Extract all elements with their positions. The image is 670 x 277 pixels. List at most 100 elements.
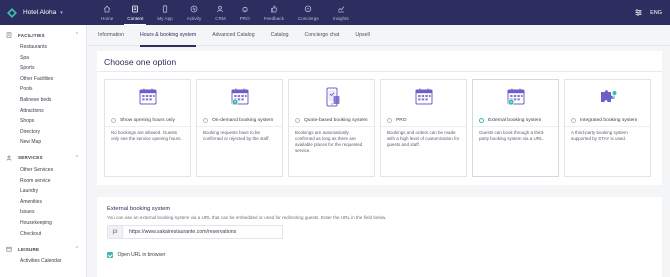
option-quote-based-booking-system[interactable]: Quote-based booking system Bookings are a… [288, 79, 375, 177]
divider [97, 71, 662, 72]
sidebar-item-directory[interactable]: Directory [0, 127, 86, 138]
sidebar-item-balinese-beds[interactable]: Balinese beds [0, 95, 86, 106]
option-radio[interactable] [571, 118, 576, 123]
sidebar-item-spa[interactable]: Spa [0, 53, 86, 64]
option-radio[interactable] [111, 118, 116, 123]
sidebar-item-sports[interactable]: Sports [0, 63, 86, 74]
chevron-up-icon[interactable]: ⌃ [75, 246, 79, 252]
nav-activity[interactable]: Activity [180, 0, 209, 25]
sidebar-item-checkout[interactable]: Checkout [0, 229, 86, 240]
sidebar-item-attractions[interactable]: Attractions [0, 106, 86, 117]
sidebar-item-laundry[interactable]: Laundry [0, 186, 86, 197]
tab-information[interactable]: Information [98, 25, 124, 46]
nav-label: Concierge [297, 15, 319, 21]
tab-hours-booking[interactable]: Hours & booking system [139, 25, 197, 47]
divider [473, 126, 558, 127]
option-header: Integrated booking system [571, 118, 637, 123]
option-show-opening-hours-only[interactable]: Show opening hours only No bookings are a… [104, 79, 191, 177]
nav-pro[interactable]: PRO [233, 0, 257, 25]
sidebar-item-other-facilities[interactable]: Other Facilities [0, 74, 86, 85]
option-header: On-demand booking system [203, 118, 273, 123]
help-text: You can use an external booking system v… [107, 215, 387, 220]
sidebar-section-leisure[interactable]: LEISURE ⌃ [0, 242, 86, 256]
option-label: External booking system [488, 118, 542, 123]
open-in-browser-option[interactable]: Open URL in browser [107, 252, 165, 258]
sidebar-section-facilities[interactable]: FACILITIES ⌃ [0, 28, 86, 42]
tab-concierge-chat[interactable]: Concierge chat [304, 25, 339, 46]
puzzle-icon [565, 80, 650, 114]
tab-advanced-catalog[interactable]: Advanced Catalog [212, 25, 254, 46]
content-icon [132, 5, 139, 12]
sidebar-item-other-services[interactable]: Other Services [0, 165, 86, 176]
home-icon [103, 5, 111, 12]
sidebar-item-restaurants[interactable]: Restaurants [0, 42, 86, 53]
open-in-browser-checkbox[interactable] [107, 252, 113, 258]
nav-feedback[interactable]: Feedback [257, 0, 291, 25]
calendar-icon [381, 80, 466, 114]
section-title: Choose one option [104, 57, 177, 67]
option-on-demand-booking-system[interactable]: On-demand booking system Booking requests… [196, 79, 283, 177]
flag-icon [112, 229, 118, 235]
nav-content[interactable]: Content [120, 0, 150, 25]
option-header: PRO [387, 118, 407, 123]
option-header: External booking system [479, 118, 541, 123]
nav-label: Activity [186, 15, 202, 21]
option-label: Show opening hours only [120, 118, 175, 123]
phone-icon [162, 4, 168, 13]
nav-concierge[interactable]: Concierge [291, 0, 326, 25]
top-right-controls: ENG [635, 0, 662, 25]
checkbox-label: Open URL in browser [117, 252, 166, 258]
sidebar-item-new-map[interactable]: New Map [0, 137, 86, 148]
divider [289, 126, 374, 127]
option-description: No bookings are allowed. Guests only see… [111, 130, 182, 141]
option-description: A third-party booking system supported b… [571, 130, 628, 141]
option-label: Quote-based booking system [304, 118, 368, 123]
calendar-clock-icon [197, 80, 282, 114]
nav-label: Home [101, 15, 114, 21]
divider [381, 126, 466, 127]
chevron-up-icon[interactable]: ⌃ [75, 32, 79, 38]
sidebar-item-pools[interactable]: Pools [0, 84, 86, 95]
option-radio[interactable] [479, 118, 484, 123]
main-nav: Home Content My App Activity CRM PRO Fee… [94, 0, 356, 25]
calendar-icon [105, 80, 190, 114]
settings-sliders-icon[interactable] [635, 9, 642, 16]
option-integrated-booking-system[interactable]: Integrated booking system A third-party b… [564, 79, 651, 177]
sidebar-item-amenities[interactable]: Amenities [0, 197, 86, 208]
nav-label: PRO [239, 15, 250, 21]
chevron-up-icon[interactable]: ⌃ [75, 155, 79, 161]
option-external-booking-system[interactable]: External booking system Guests can book t… [472, 79, 559, 177]
url-field-group [107, 225, 283, 239]
sidebar-item-shops[interactable]: Shops [0, 116, 86, 127]
nav-insights[interactable]: Insights [326, 0, 356, 25]
sidebar-item-issues[interactable]: Issues [0, 207, 86, 218]
option-radio[interactable] [295, 118, 300, 123]
nav-crm[interactable]: CRM [208, 0, 232, 25]
tab-catalog[interactable]: Catalog [271, 25, 289, 46]
option-description: Booking requests have to be confirmed or… [203, 130, 270, 141]
sidebar-item-housekeeping[interactable]: Housekeeping [0, 218, 86, 229]
divider [105, 126, 190, 127]
sidebar-item-room-service[interactable]: Room service [0, 176, 86, 187]
nav-label: Feedback [263, 15, 284, 21]
url-input[interactable] [123, 225, 283, 239]
nav-label: My App [157, 15, 173, 21]
option-pro[interactable]: PRO Bookings and orders can be made with … [380, 79, 467, 177]
sidebar-section-services[interactable]: SERVICES ⌃ [0, 151, 86, 165]
section-title: External booking system [107, 206, 171, 212]
bell-icon [242, 6, 248, 12]
top-bar: Hotel Aloha ▾ Home Content My App Activi… [0, 0, 670, 25]
nav-my-app[interactable]: My App [150, 0, 179, 25]
calendar-link-icon [473, 80, 558, 114]
options-row: Show opening hours only No bookings are a… [104, 79, 651, 177]
external-booking-card: External booking system You can use an e… [97, 197, 662, 277]
hotel-selector[interactable]: Hotel Aloha ▾ [0, 0, 88, 25]
sidebar-section-title: SERVICES [18, 155, 43, 161]
sidebar-item-activities-calendar[interactable]: Activities Calendar [0, 256, 86, 267]
tab-upsell[interactable]: Upsell [355, 25, 369, 46]
nav-home[interactable]: Home [94, 0, 120, 25]
option-radio[interactable] [387, 118, 392, 123]
calendar-small-icon [6, 246, 12, 252]
language-selector[interactable]: ENG [650, 10, 662, 16]
option-radio[interactable] [203, 118, 208, 123]
